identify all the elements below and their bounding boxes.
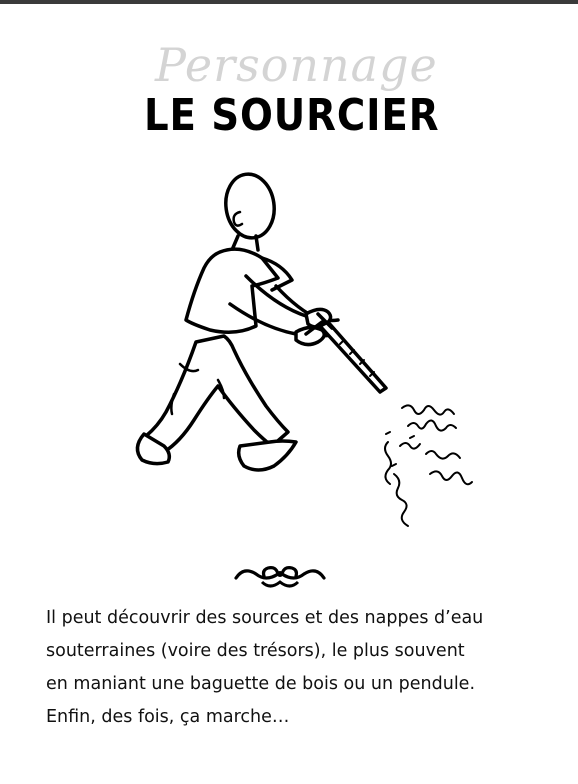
description-text: Il peut découvrir des sources et des nap… <box>46 602 546 734</box>
dowsing-rod-icon <box>304 312 388 394</box>
head-icon <box>224 172 276 240</box>
shirt-icon <box>184 247 294 334</box>
ornament-divider-icon <box>234 566 326 588</box>
description-line: en maniant une baguette de bois ou un pe… <box>46 674 476 694</box>
dowser-illustration <box>135 172 473 527</box>
kicker-label: Personnage <box>155 38 438 92</box>
description-line: Il peut découvrir des sources et des nap… <box>46 608 484 628</box>
description-line: souterraines (voire des trésors), le plu… <box>46 641 465 661</box>
page-title: LE SOURCIER <box>144 90 440 141</box>
description-line: Enfin, des fois, ça marche… <box>46 707 290 727</box>
water-squiggles-icon <box>384 404 473 527</box>
pants-icon <box>144 334 290 454</box>
page: Personnage LE SOURCIER Il peut découvrir… <box>0 0 578 784</box>
